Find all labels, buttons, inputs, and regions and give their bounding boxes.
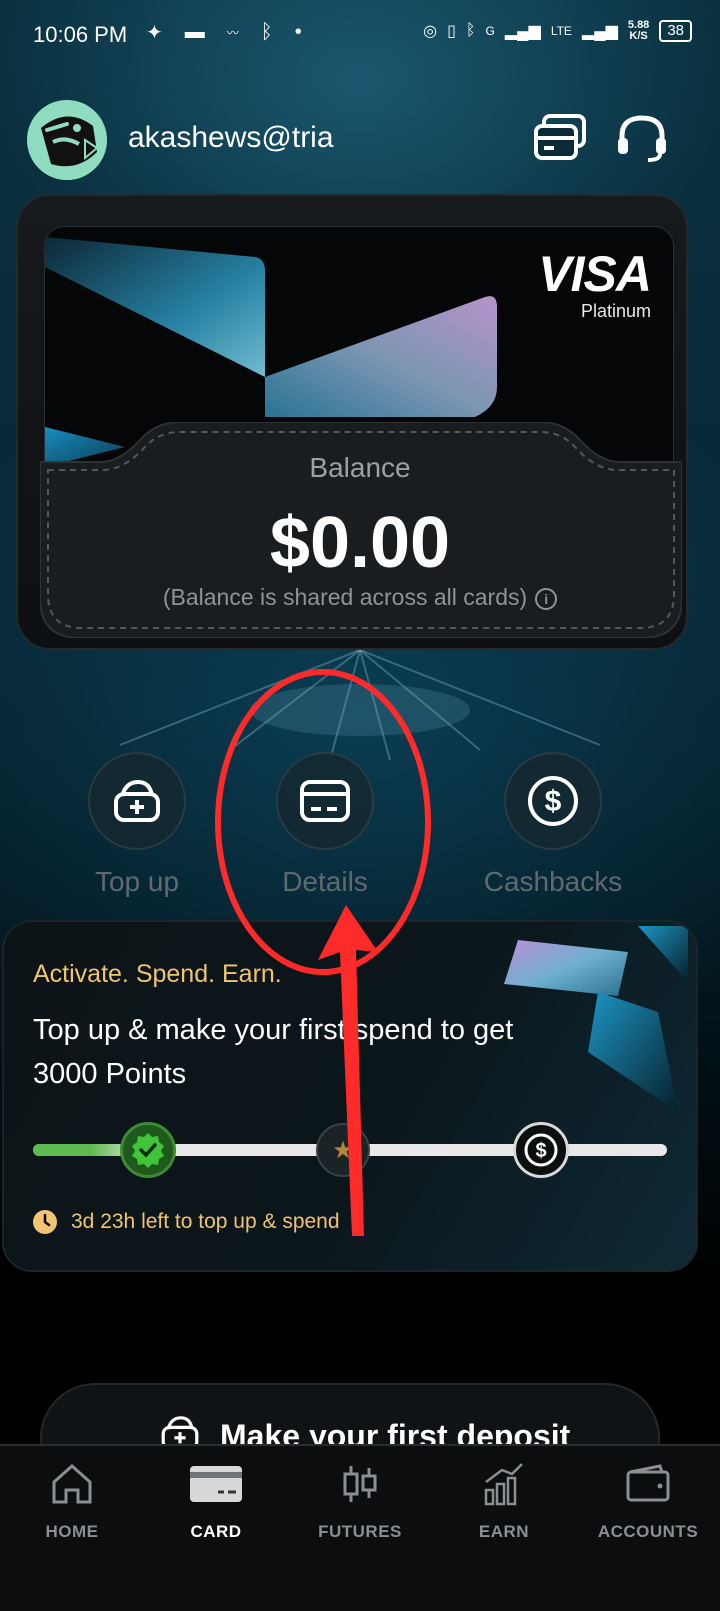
avatar-image <box>27 100 107 180</box>
balance-amount: $0.00 <box>269 503 451 583</box>
username[interactable]: akashews@tria <box>128 121 334 155</box>
cashbacks-button[interactable]: $ <box>504 752 602 850</box>
wallet-status-icon: ▬ <box>184 21 205 43</box>
nav-card[interactable]: CARD <box>144 1456 288 1542</box>
card-icon <box>300 780 350 822</box>
home-icon <box>0 1456 144 1512</box>
lte-label: LTE <box>550 24 572 38</box>
bluetooth-status-icon: ᛒ <box>260 21 273 43</box>
status-time: 10:06 PM <box>33 22 128 47</box>
promo-timer: 3d 23h left to top up & spend <box>33 1210 340 1234</box>
top-up-button[interactable] <box>88 752 186 850</box>
svg-text:$: $ <box>535 1140 546 1162</box>
clock-icon <box>33 1210 57 1234</box>
check-badge-icon <box>132 1133 164 1168</box>
nav-futures-label: FUTURES <box>318 1522 402 1541</box>
cashbacks-action[interactable]: $ Cashbacks <box>438 752 668 898</box>
details-button[interactable] <box>276 752 374 850</box>
progress-step-spend: ★ <box>316 1123 370 1177</box>
progress-step-complete <box>120 1122 176 1178</box>
nav-home-label: HOME <box>45 1522 99 1541</box>
speed-indicator: 5.88 K/S <box>627 19 650 42</box>
nav-card-label: CARD <box>190 1522 242 1541</box>
signal-icon-2: ▂▄▆ <box>581 23 618 40</box>
nav-accounts-label: ACCOUNTS <box>597 1522 699 1541</box>
cards-icon[interactable] <box>532 112 588 162</box>
wallet-plus-icon <box>114 779 160 822</box>
dot-icon: • <box>294 21 302 43</box>
svg-text:$: $ <box>545 785 562 818</box>
promo-kicker: Activate. Spend. Earn. <box>33 960 282 988</box>
vibrate-icon: ▯ <box>447 23 456 40</box>
card-icon <box>144 1456 288 1512</box>
dollar-icon: $ <box>528 776 578 826</box>
dollar-icon: $ <box>524 1133 558 1167</box>
sparkle-icon: ✦ <box>146 22 163 44</box>
status-right-icons: ◎ ▯ ᛒ G ▂▄▆ LTE ▂▄▆ 5.88 K/S 38 <box>423 20 692 42</box>
network-type: G <box>485 24 495 38</box>
nav-home[interactable]: HOME <box>0 1456 144 1542</box>
sync-icon: ◎ <box>423 23 438 40</box>
info-icon[interactable]: i <box>535 587 558 610</box>
promo-title: Top up & make your first spend to get 30… <box>33 1014 514 1090</box>
wallet-icon <box>576 1456 720 1512</box>
balance-label: Balance <box>309 452 411 483</box>
details-action[interactable]: Details <box>210 752 440 898</box>
nav-earn[interactable]: EARN <box>432 1456 576 1542</box>
bluetooth-icon: ᛒ <box>465 22 476 39</box>
bar-chart-icon <box>432 1456 576 1512</box>
star-icon: ★ <box>332 1136 354 1164</box>
details-label: Details <box>282 866 368 897</box>
headset-icon[interactable] <box>614 112 670 162</box>
avatar[interactable] <box>27 100 107 180</box>
visa-logo: VISA <box>538 246 652 302</box>
candlestick-icon <box>288 1456 432 1512</box>
notification-icon: 〰 <box>226 26 239 40</box>
progress-step-points: $ <box>513 1122 569 1178</box>
nav-earn-label: EARN <box>478 1522 530 1541</box>
card-tier: Platinum <box>580 301 651 321</box>
status-bar: 10:06 PM ✦ ▬ 〰 ᛒ • ◎ ▯ ᛒ G ▂▄▆ LTE ▂▄▆ 5… <box>0 0 720 72</box>
battery-icon: 38 <box>659 20 692 42</box>
status-left-icons: ✦ ▬ 〰 ᛒ • <box>146 20 302 45</box>
nav-accounts[interactable]: ACCOUNTS <box>576 1456 720 1542</box>
cashbacks-label: Cashbacks <box>483 866 623 897</box>
nav-futures[interactable]: FUTURES <box>288 1456 432 1542</box>
balance-note: (Balance is shared across all cards) i <box>0 584 720 611</box>
signal-icon: ▂▄▆ <box>504 23 541 40</box>
